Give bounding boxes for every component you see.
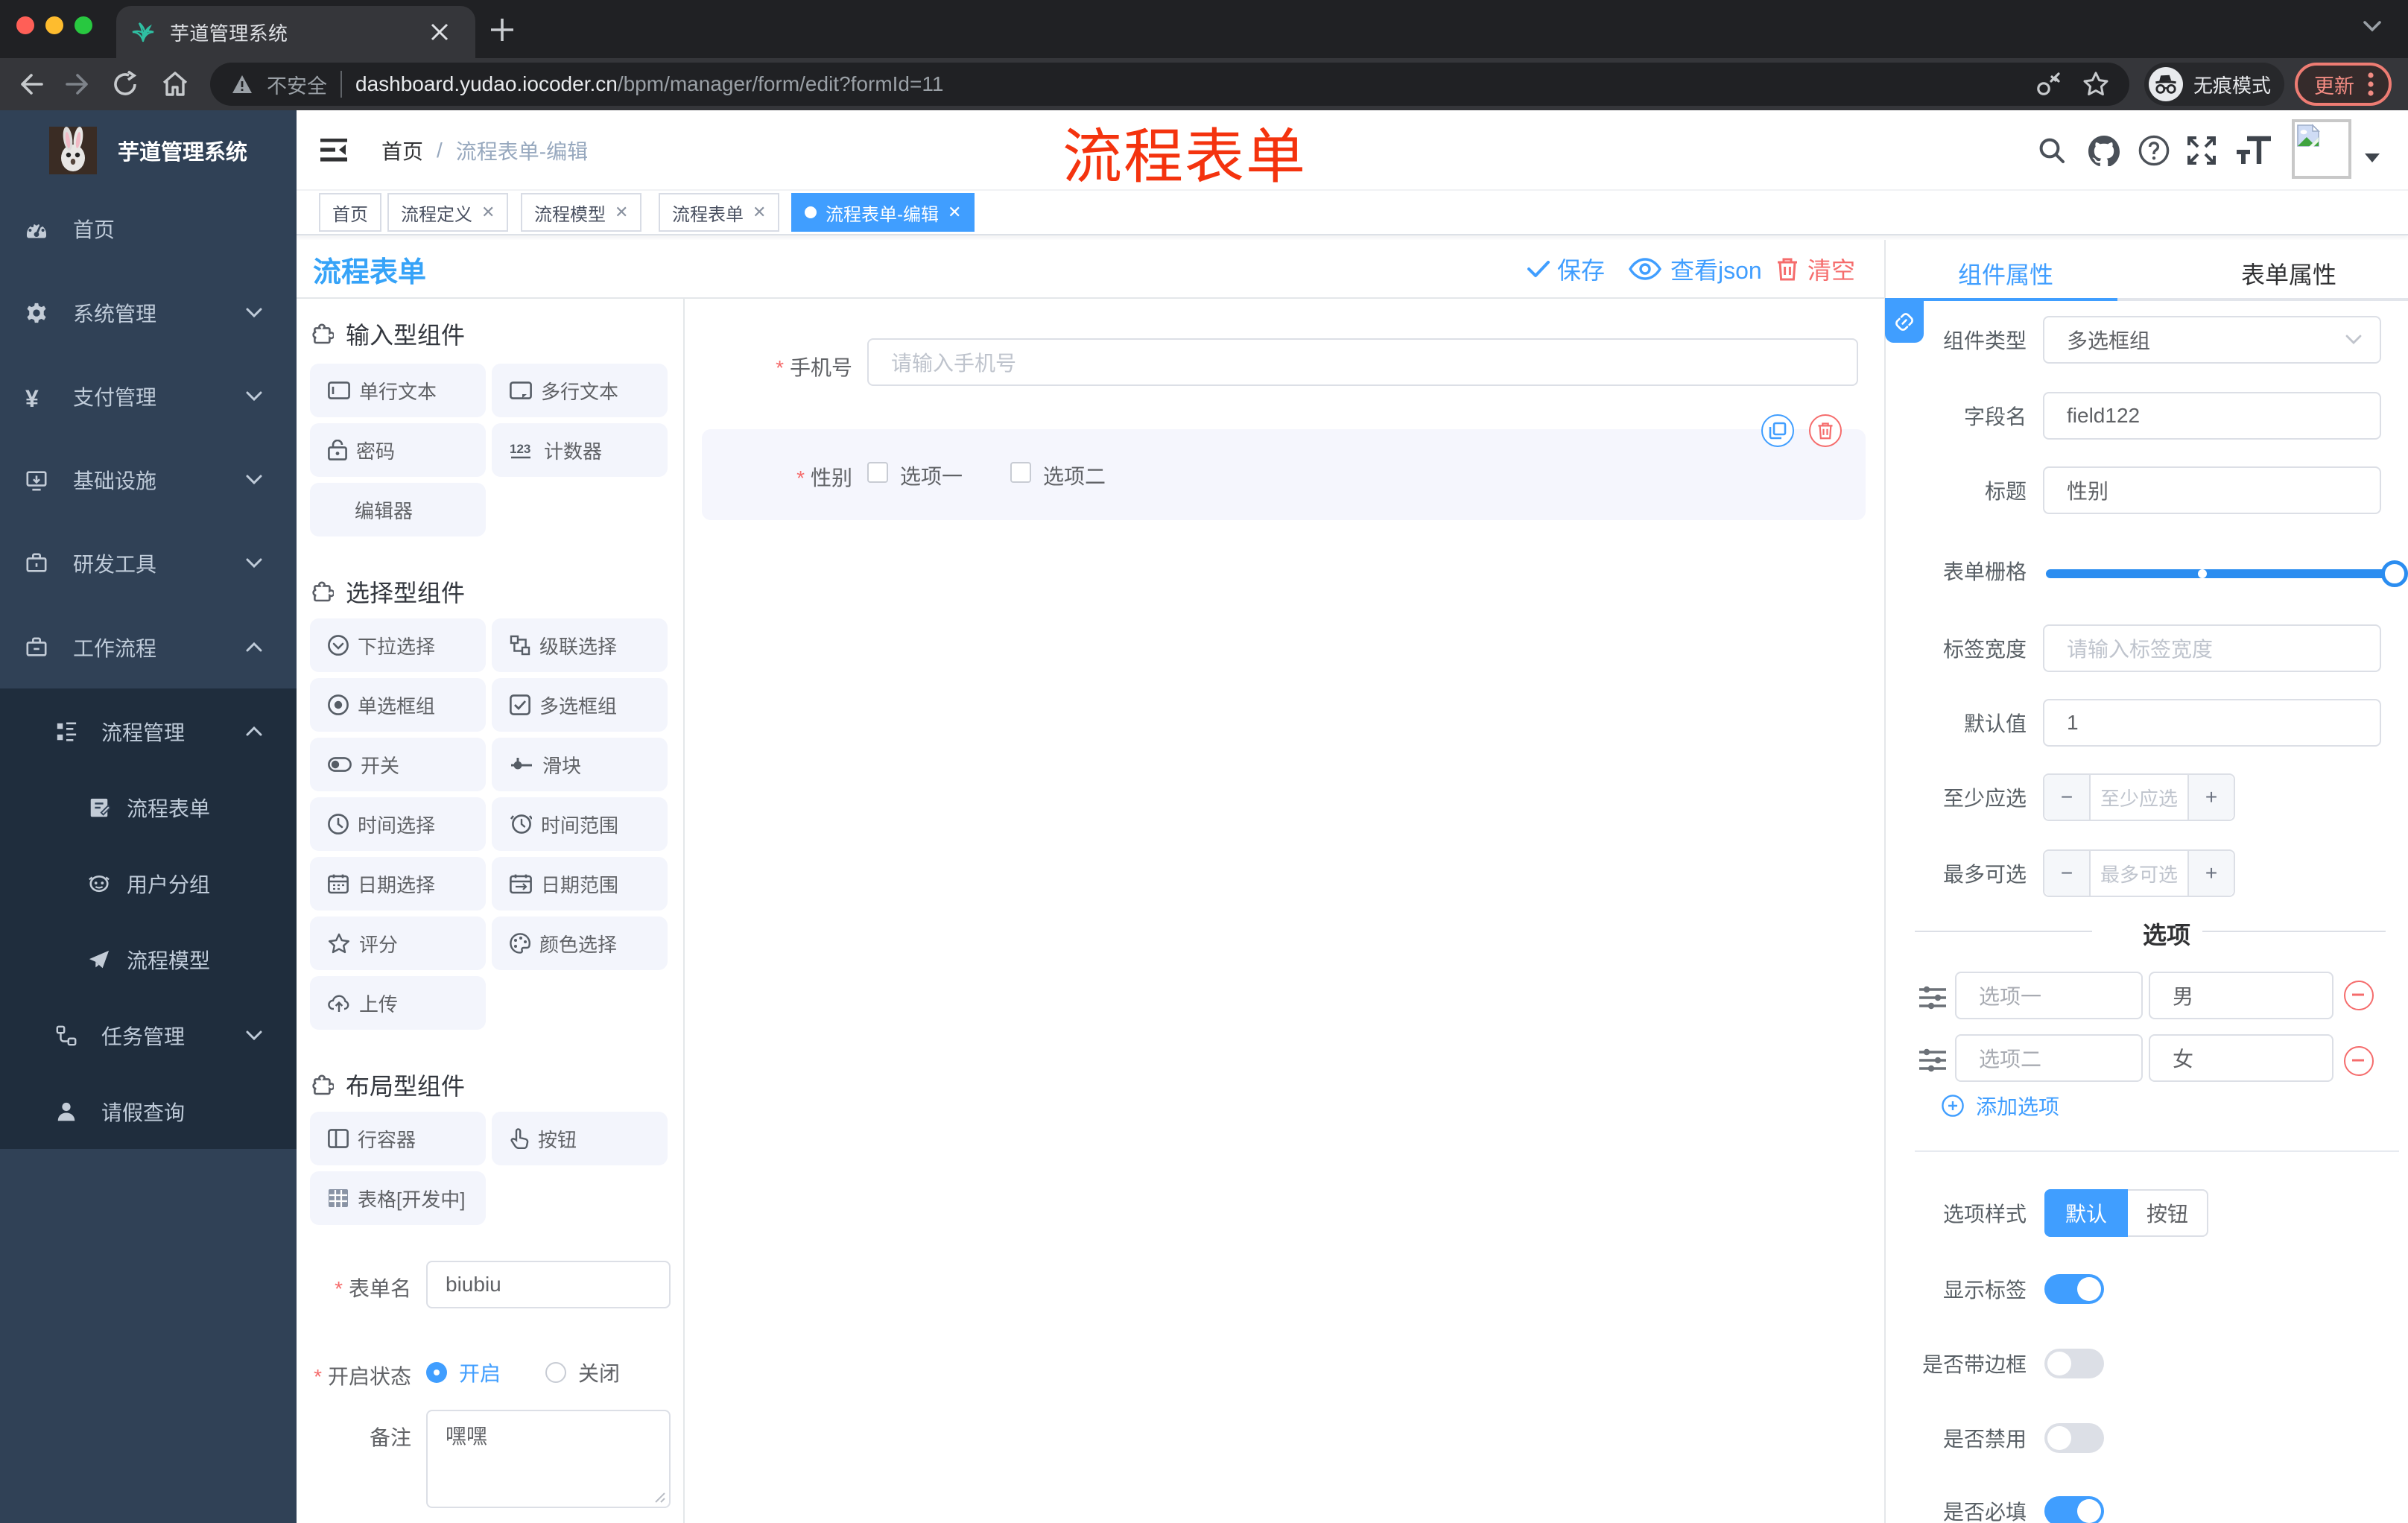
svg-text:123: 123 [510,442,530,456]
